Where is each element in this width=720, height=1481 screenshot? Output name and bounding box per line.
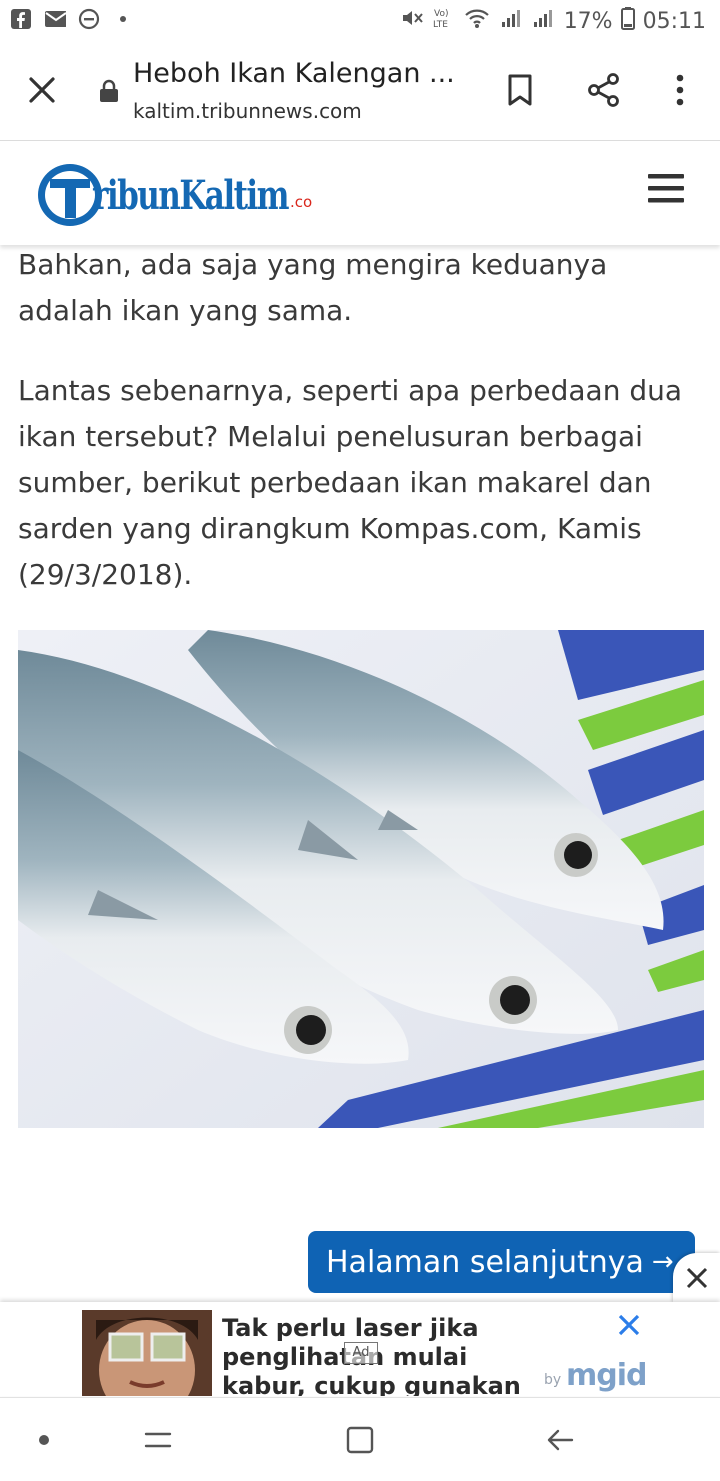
next-page-button[interactable]: Halaman selanjutnya → (308, 1231, 695, 1293)
system-nav-bar (0, 1397, 720, 1481)
dot-icon (112, 8, 134, 30)
close-sticky-ad-icon[interactable] (673, 1253, 720, 1303)
ad-label: Ad (344, 1342, 378, 1364)
svg-text:ribunKaltim: ribunKaltim (92, 172, 289, 219)
svg-text:.co: .co (290, 193, 312, 211)
lock-icon (98, 78, 120, 104)
nav-dot-icon[interactable] (24, 1420, 64, 1460)
page-url: kaltim.tribunnews.com (133, 99, 362, 123)
signal-icon (500, 7, 524, 35)
hamburger-menu-icon[interactable] (646, 169, 686, 209)
home-icon[interactable] (340, 1420, 380, 1460)
tribunkaltim-logo[interactable]: ribunKaltim .co (36, 157, 326, 229)
article-paragraph: Lantas sebenarnya, seperti apa perbedaan… (18, 374, 683, 591)
ad-headline[interactable]: Tak perlu laser jika penglihatan mulai k… (222, 1314, 552, 1396)
battery-percent: 17% (563, 8, 613, 34)
mute-icon (400, 7, 424, 35)
arrow-right-icon: → (651, 1247, 674, 1277)
mail-icon (44, 8, 66, 30)
signal-icon (532, 7, 556, 35)
browser-toolbar: Heboh Ikan Kalengan ... kaltim.tribunnew… (0, 44, 720, 141)
page-title: Heboh Ikan Kalengan ... (133, 58, 455, 89)
recent-apps-icon[interactable] (138, 1420, 178, 1460)
battery-icon (620, 6, 635, 36)
clock: 05:11 (642, 8, 706, 34)
do-not-disturb-icon (78, 8, 100, 30)
close-ad-icon[interactable] (614, 1310, 644, 1340)
next-page-label: Halaman selanjutnya (326, 1244, 644, 1280)
close-icon[interactable] (22, 70, 62, 110)
volte-icon: Vo) LTE (432, 6, 456, 36)
ad-thumbnail[interactable] (82, 1310, 212, 1396)
article-image-mackerel (18, 630, 704, 1128)
mgid-logo[interactable]: mgid (566, 1358, 647, 1393)
bookmark-icon[interactable] (498, 68, 542, 112)
svg-text:LTE: LTE (433, 20, 448, 30)
back-icon[interactable] (540, 1420, 580, 1460)
status-bar: Vo) LTE 17% 05:11 (0, 0, 720, 44)
ad-banner[interactable]: Tak perlu laser jika penglihatan mulai k… (0, 1302, 720, 1396)
wifi-icon (464, 7, 492, 35)
svg-text:Vo): Vo) (434, 9, 448, 19)
facebook-icon (10, 8, 32, 30)
ad-by-text: by (544, 1372, 562, 1388)
more-options-icon[interactable] (658, 68, 702, 112)
article-paragraph: Bahkan, ada saja yang mengira keduanya a… (18, 248, 608, 327)
share-icon[interactable] (582, 68, 626, 112)
site-header: ribunKaltim .co (0, 141, 720, 245)
